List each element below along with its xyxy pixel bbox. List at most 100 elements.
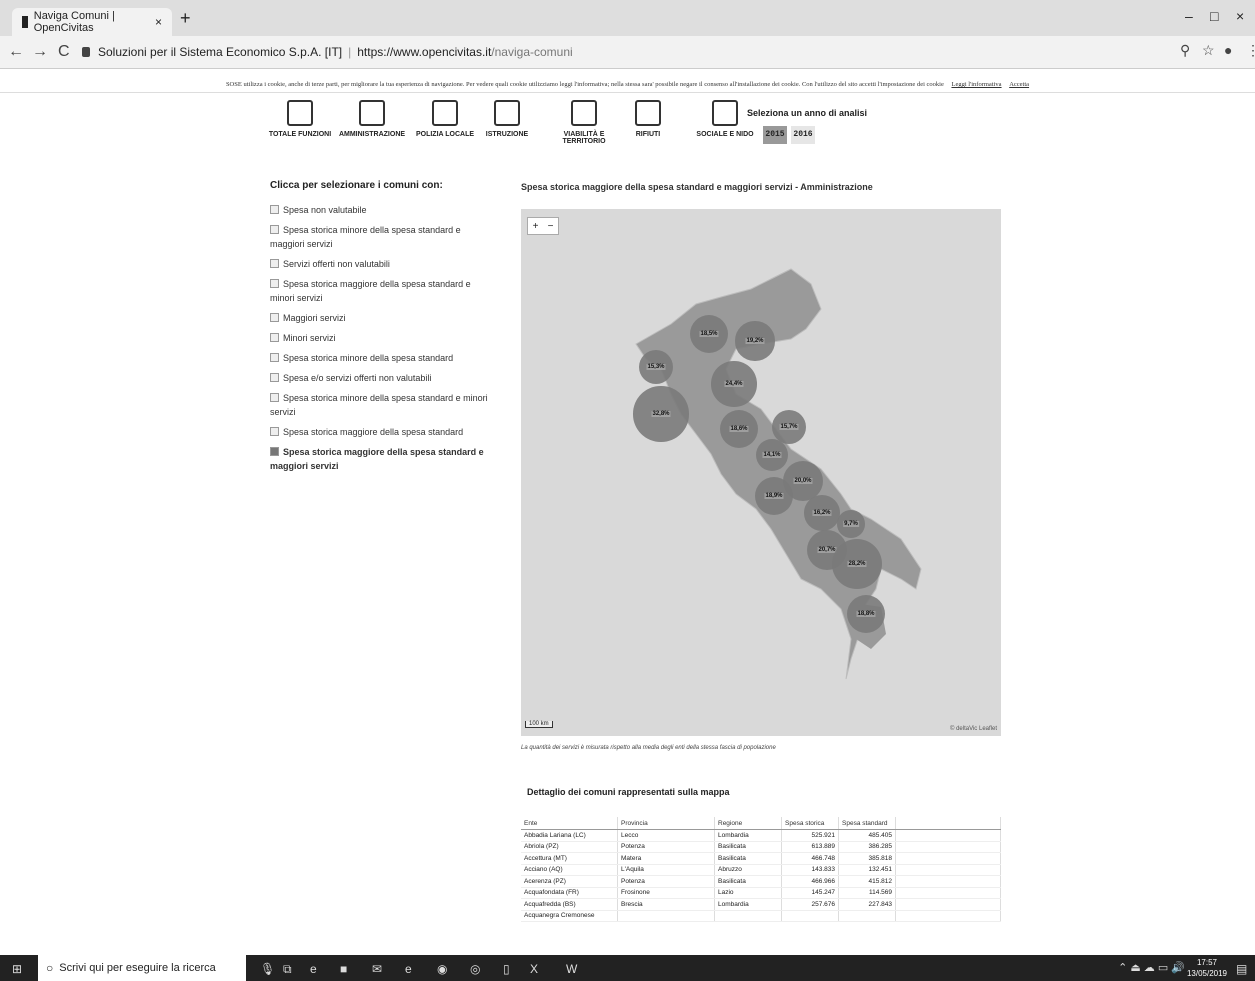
col-provincia[interactable]: Provincia [617, 817, 715, 830]
filter-option[interactable]: Minori servizi [270, 331, 495, 345]
office-icon [359, 100, 385, 126]
back-button[interactable]: ← [8, 43, 24, 61]
filter-checkbox[interactable] [270, 259, 279, 268]
word-icon[interactable]: W [566, 962, 577, 976]
table-row[interactable]: Acquanegra Cremonese [521, 910, 1001, 922]
filter-option[interactable]: Spesa storica maggiore della spesa stand… [270, 425, 495, 439]
table-cell: 132.451 [838, 864, 896, 876]
app-icon[interactable]: ▯ [503, 962, 510, 976]
filter-label: Spesa storica minore della spesa standar… [270, 225, 461, 249]
lock-icon [82, 47, 90, 57]
col-regione[interactable]: Regione [714, 817, 782, 830]
filter-option[interactable]: Spesa e/o servizi offerti non valutabili [270, 371, 495, 385]
fn-rifiuti[interactable]: RIFIUTI [608, 100, 688, 138]
new-tab-button[interactable]: + [180, 8, 191, 29]
taskbar-search[interactable]: ○ Scrivi qui per eseguire la ricerca [38, 955, 246, 981]
clock[interactable]: 17:57 13/05/2019 [1187, 957, 1227, 979]
table-cell: Lazio [714, 887, 782, 899]
menu-icon[interactable]: ⋮ [1246, 42, 1255, 59]
table-cell: 466.966 [781, 875, 839, 888]
filter-checkbox[interactable] [270, 205, 279, 214]
table-row[interactable]: Acciano (AQ) L'Aquila Abruzzo 143.833 132.45… [521, 864, 1001, 876]
browser-tab[interactable]: Naviga Comuni | OpenCivitas × [12, 8, 172, 36]
filter-option[interactable]: Maggiori servizi [270, 311, 495, 325]
zoom-out-button[interactable]: − [548, 221, 554, 232]
address-bar[interactable]: Soluzioni per il Sistema Economico S.p.A… [82, 41, 1122, 63]
col-spesa-storica[interactable]: Spesa storica [781, 817, 839, 830]
table-cell: Potenza [617, 841, 715, 853]
mic-icon[interactable]: 🎙 [260, 962, 275, 976]
task-view-icon[interactable]: ⧉ [283, 962, 292, 977]
table-cell: Lombardia [714, 829, 782, 842]
year-2016-button[interactable]: 2016 [791, 126, 815, 144]
table-row[interactable]: Acerenza (PZ) Potenza Basilicata 466.966 415… [521, 875, 1001, 888]
map-bubble-label: 24,4% [724, 381, 744, 387]
filter-option[interactable]: Spesa storica minore della spesa standar… [270, 223, 495, 251]
notifications-icon[interactable]: ▤ [1236, 962, 1247, 976]
reload-button[interactable]: C [58, 43, 70, 61]
profile-icon[interactable]: ● [1224, 42, 1232, 58]
filter-checkbox[interactable] [270, 279, 279, 288]
minimize-button[interactable]: – [1185, 8, 1193, 24]
table-row[interactable]: Abriola (PZ) Potenza Basilicata 613.889 386.… [521, 841, 1001, 853]
outlook-icon[interactable]: ✉ [372, 962, 382, 976]
cookie-info-link[interactable]: Leggi l'informativa [951, 81, 1001, 88]
bookmark-star-icon[interactable]: ☆ [1202, 42, 1215, 59]
fn-sociale-nido[interactable]: SOCIALE E NIDO [685, 100, 765, 138]
url-host: https://www.opencivitas.it [357, 45, 492, 59]
excel-icon[interactable]: X [530, 962, 538, 976]
cookie-accept-link[interactable]: Accetta [1009, 81, 1029, 88]
filter-checkbox[interactable] [270, 225, 279, 234]
explorer-icon[interactable]: ■ [340, 962, 347, 976]
edge-icon[interactable]: e [310, 962, 317, 976]
filter-option[interactable]: Spesa storica minore della spesa standar… [270, 391, 495, 419]
filter-panel: Clicca per selezionare i comuni con: Spe… [270, 180, 495, 479]
table-row[interactable]: Accettura (MT) Matera Basilicata 466.748 385… [521, 852, 1001, 865]
ie-icon[interactable]: e [405, 962, 412, 976]
col-ente[interactable]: Ente [521, 817, 618, 830]
tab-close-icon[interactable]: × [155, 15, 162, 29]
filter-option[interactable]: Spesa storica minore della spesa standar… [270, 351, 495, 365]
table-row[interactable]: Acquafredda (BS) Brescia Lombardia 257.676 2… [521, 898, 1001, 911]
filter-checkbox[interactable] [270, 393, 279, 402]
col-spesa-standard[interactable]: Spesa standard [838, 817, 896, 830]
zoom-control: + − [527, 217, 559, 235]
map-attribution[interactable]: © deltaVic Leaflet [950, 726, 997, 732]
table-row[interactable]: Abbadia Lariana (LC) Lecco Lombardia 525.92… [521, 829, 1001, 842]
table-cell-spacer [895, 829, 1001, 842]
table-cell: 485.405 [838, 829, 896, 842]
filter-checkbox[interactable] [270, 333, 279, 342]
table-cell-spacer [895, 841, 1001, 853]
windows-start-icon[interactable]: ⊞ [12, 962, 22, 976]
filter-checkbox[interactable] [270, 373, 279, 382]
filter-option[interactable]: Spesa storica maggiore della spesa stand… [270, 445, 495, 473]
fn-istruzione[interactable]: ISTRUZIONE [467, 100, 547, 138]
firefox-icon[interactable]: ◉ [437, 962, 447, 976]
system-tray-icons[interactable]: ⌃ ⏏ ☁ ▭ 🔊 [1118, 961, 1185, 974]
close-window-button[interactable]: × [1236, 8, 1244, 24]
filter-option[interactable]: Servizi offerti non valutabili [270, 257, 495, 271]
filter-checkbox[interactable] [270, 447, 279, 456]
map-bubble-label: 16,2% [812, 510, 832, 516]
table-cell [838, 910, 896, 922]
zoom-in-button[interactable]: + [533, 221, 539, 232]
table-row[interactable]: Acquafondata (FR) Frosinone Lazio 145.247 11… [521, 887, 1001, 899]
filter-option[interactable]: Spesa non valutabile [270, 203, 495, 217]
year-2015-button[interactable]: 2015 [763, 126, 787, 144]
trash-icon [635, 100, 661, 126]
zoom-icon[interactable]: ⚲ [1180, 42, 1190, 59]
filter-checkbox[interactable] [270, 313, 279, 322]
filter-option[interactable]: Spesa storica maggiore della spesa stand… [270, 277, 495, 305]
map-bubble-label: 18,8% [856, 611, 876, 617]
map[interactable]: + − 18,5% 19,2% 15,3% 24,4% 32,8% 18,6% 15,7% 1… [521, 209, 1001, 736]
filter-checkbox[interactable] [270, 353, 279, 362]
chrome-icon[interactable]: ◎ [470, 962, 480, 976]
maximize-button[interactable]: □ [1210, 8, 1218, 24]
fn-label: TOTALE FUNZIONI [268, 131, 332, 138]
forward-button[interactable]: → [32, 43, 48, 61]
fn-amministrazione[interactable]: AMMINISTRAZIONE [332, 100, 412, 138]
table-cell: Abruzzo [714, 864, 782, 876]
filter-label: Servizi offerti non valutabili [283, 259, 390, 269]
filter-checkbox[interactable] [270, 427, 279, 436]
fn-totale-funzioni[interactable]: TOTALE FUNZIONI [260, 100, 340, 138]
